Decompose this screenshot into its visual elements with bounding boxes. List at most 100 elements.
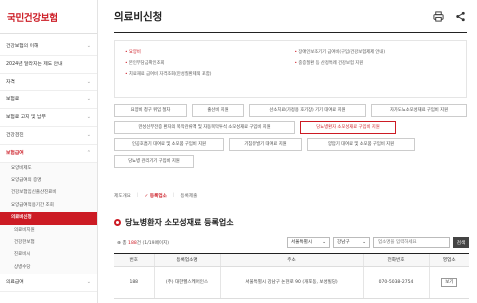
sidebar-subitem-current[interactable]: 의료비신청	[0, 212, 97, 225]
category-button-selected[interactable]: 당뇨병환자 소모성재료 구입비 지원	[300, 121, 396, 134]
category-button[interactable]: 출산비 지원	[192, 104, 244, 117]
related-links-box: • 요양비 • 장애인보조기기 급여비(구입/건강보험제제 안내) • 본인부담…	[114, 40, 467, 98]
sidebar-menu: 건강보험의 이해 ⌄ 2024년 달라지는 제도 안내 자격 ⌄ 보험료 ⌄ 보험료 …	[0, 38, 97, 292]
sidebar-item-label: 보험료 고지 및 납부	[6, 115, 46, 121]
count-suffix: 건 (1/19페이지)	[136, 241, 170, 246]
sidebar-subitem[interactable]: 의료비지원	[0, 225, 97, 237]
sido-select[interactable]: 서울특별시 ⌄	[287, 237, 330, 248]
related-link-label: 중증질환 등 산정특례 건강보험 지원	[298, 61, 364, 66]
category-button[interactable]: 요양비 청구 위임 절차	[114, 104, 187, 117]
row-number: 188	[114, 266, 154, 299]
header-actions	[432, 10, 467, 23]
chevron-down-icon: ⌄	[362, 240, 366, 245]
related-link-label: 치료재료 급여비 자격조회(만성질환제외 포함)	[128, 72, 212, 77]
chevron-down-icon: ⌄	[86, 96, 91, 103]
sidebar-subitem[interactable]: 요양비제도	[0, 163, 97, 175]
section-heading: 당뇨병환자 소모성재료 등록업소	[114, 217, 234, 228]
sidebar-subitem[interactable]: 상병수당	[0, 262, 97, 274]
category-button[interactable]: 인공호흡기 대여료 및 소모품 구입비 지원	[114, 138, 224, 151]
chevron-up-icon: ⌃	[86, 149, 91, 156]
sidebar-item-checkup[interactable]: 건강검진 ⌄	[0, 127, 97, 145]
sidebar-item-medical-aid[interactable]: 의료급여 ⌄	[0, 274, 97, 292]
sidebar-item-health-insurance[interactable]: 건강보험의 이해 ⌄	[0, 38, 97, 56]
sidebar-subitem[interactable]: 요양급여적용기간 조회	[0, 200, 97, 212]
related-link-label: 장애인보조기기 급여비(구입/건강보험제제 안내)	[298, 50, 386, 55]
sidebar-item-label: 건강검진	[6, 132, 24, 138]
share-icon[interactable]	[454, 10, 467, 23]
sigungu-value: 강남구	[337, 240, 350, 245]
sidebar-item-label: 보험급여	[6, 150, 24, 156]
store-phone: 070-5038-2754	[362, 266, 429, 299]
chevron-down-icon: ⌄	[86, 131, 91, 138]
bullet-icon	[114, 219, 121, 226]
related-link[interactable]: • 중증질환 등 산정특례 건강보험 지원	[295, 59, 457, 68]
related-link-label: 본인부담금확인조회	[128, 61, 165, 66]
sidebar-subitem[interactable]: 진료비시	[0, 249, 97, 261]
chevron-down-icon: ⌄	[86, 114, 91, 121]
sidebar-submenu: 요양비제도 요양급여의 증명 건강보험임신출산진료비 요양급여적용기간 조회 의…	[0, 162, 97, 275]
category-button[interactable]: 기침유발기 대여료 지원	[229, 138, 302, 151]
title-divider	[114, 32, 467, 33]
category-button[interactable]: 양압기 대여료 및 소모품 구입비 지원	[307, 138, 415, 151]
related-link[interactable]: • 치료재료 급여비 자격조회(만성질환제외 포함)	[125, 70, 287, 79]
print-icon[interactable]	[432, 10, 445, 23]
column-header: 전화번호	[362, 253, 429, 267]
view-button[interactable]: 보기	[441, 278, 458, 287]
column-header: 영업소	[428, 253, 469, 267]
sidebar-item-label: 의료급여	[6, 280, 24, 286]
related-link[interactable]: • 본인부담금확인조회	[125, 59, 287, 68]
stores-table: 번호 등록업소명 주소 전화번호 영업소 188 (주) 대한헬스케어인스 서울…	[114, 253, 469, 299]
main-content: 의료비신청 • 요양비 • 장애인보조기기 급여비(구입/건강보험제제 안내) …	[99, 0, 477, 303]
sidebar-item-2024-changes[interactable]: 2024년 달라지는 제도 안내	[0, 56, 97, 74]
chevron-down-icon: ⌄	[86, 43, 91, 49]
sidebar-item-label: 보험료	[6, 97, 20, 103]
sidebar-item-qualification[interactable]: 자격 ⌄	[0, 74, 97, 92]
category-button[interactable]: 만성신부전증 환자의 복막관류액 및 자동복막투석 소모성재료 구입비 지원	[114, 121, 295, 134]
sidebar-item-payment[interactable]: 보험료 고지 및 납부 ⌄	[0, 109, 97, 127]
sidebar-subitem[interactable]: 요양급여의 증명	[0, 175, 97, 187]
count-prefix: 총	[122, 241, 127, 246]
related-link[interactable]: • 장애인보조기기 급여비(구입/건강보험제제 안내)	[295, 48, 457, 57]
search-button[interactable]: 검색	[453, 237, 469, 248]
tab-registered-stores[interactable]: ✓ 등록업소	[144, 193, 166, 199]
store-address: 서울특별시 강남구 논현로 90 (개포동, 보성빌딩)	[219, 266, 363, 299]
sido-value: 서울특별시	[291, 240, 313, 245]
tab-submission[interactable]: 등록제출	[180, 193, 197, 199]
category-button[interactable]: 자가도뇨소모성재료 구입비 지원	[371, 104, 467, 117]
sidebar-item-premium[interactable]: 보험료 ⌄	[0, 91, 97, 110]
tab-overview[interactable]: 제도개요	[114, 193, 131, 199]
chevron-down-icon: ⌄	[322, 240, 326, 245]
category-buttons: 요양비 청구 위임 절차 출산비 지원 산소치료(가정용 호기장) 기기 대여료…	[114, 104, 467, 172]
section-title: 당뇨병환자 소모성재료 등록업소	[125, 218, 234, 227]
sidebar: 국민건강보험 건강보험의 이해 ⌄ 2024년 달라지는 제도 안내 자격 ⌄ 보험…	[0, 0, 98, 303]
tab-separator: |	[136, 193, 139, 198]
column-header: 등록업소명	[153, 253, 220, 267]
category-button[interactable]: 산소치료(가정용 호기장) 기기 대여료 지원	[249, 104, 366, 117]
sigungu-select[interactable]: 강남구 ⌄	[333, 237, 370, 248]
sidebar-subitem[interactable]: 건강한보험	[0, 237, 97, 249]
divider	[0, 33, 97, 34]
sidebar-item-label: 자격	[6, 79, 15, 85]
store-name: (주) 대한헬스케어인스	[153, 266, 220, 299]
table-header-row: 번호 등록업소명 주소 전화번호 영업소	[114, 253, 469, 267]
content-tabs: 제도개요 | ✓ 등록업소 | 등록제출	[114, 193, 203, 199]
table-row: 188 (주) 대한헬스케어인스 서울특별시 강남구 논현로 90 (개포동, …	[114, 266, 469, 299]
chevron-down-icon: ⌄	[86, 279, 91, 286]
category-button[interactable]: 당뇨병 관리기기 구입비 지원	[114, 155, 194, 168]
site-logo[interactable]: 국민건강보험	[7, 10, 58, 24]
sidebar-item-label: 2024년 달라지는 제도 안내	[6, 61, 63, 67]
chevron-down-icon: ⌄	[86, 78, 91, 85]
search-input[interactable]	[373, 237, 450, 248]
count-number: 188	[128, 241, 137, 246]
page-title: 의료비신청	[114, 11, 163, 23]
column-header: 주소	[219, 253, 363, 267]
tab-separator: |	[172, 193, 175, 198]
store-action-cell: 보기	[428, 266, 469, 299]
sidebar-item-benefits[interactable]: 보험급여 ⌃	[0, 145, 97, 163]
result-count: ⊕ 총 188건 (1/19페이지)	[117, 241, 170, 246]
tab-label: 등록업소	[149, 194, 167, 199]
related-link[interactable]: • 요양비	[125, 48, 287, 57]
sidebar-subitem[interactable]: 건강보험임신출산진료비	[0, 187, 97, 199]
sidebar-item-label: 건강보험의 이해	[6, 44, 39, 49]
column-header: 번호	[114, 253, 154, 267]
